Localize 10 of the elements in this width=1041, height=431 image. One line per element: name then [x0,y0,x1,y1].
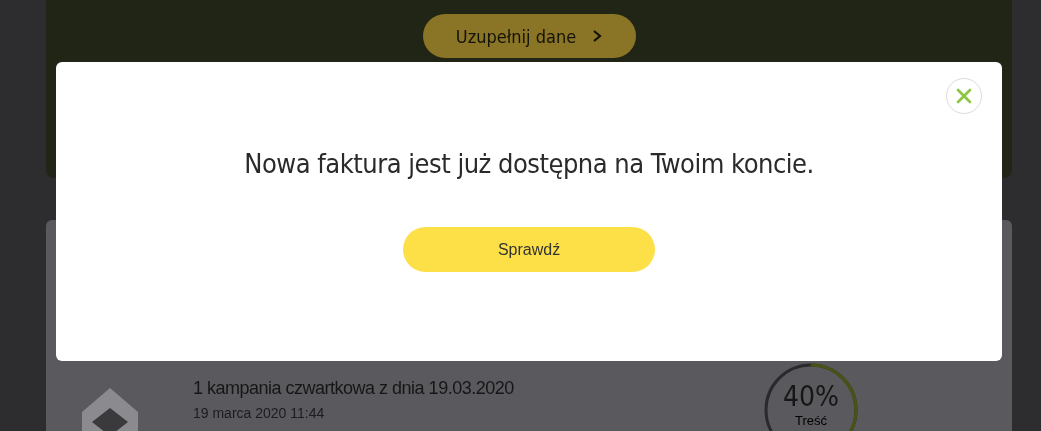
campaign-title: 1 kampania czwartkowa z dnia 19.03.2020 [193,378,515,399]
close-icon [956,88,972,104]
campaign-date: 19 marca 2020 11:44 [193,405,326,421]
chevron-icon [592,29,603,43]
complete-data-button[interactable]: Uzupełnij dane [422,14,636,58]
modal-message: Nowa faktura jest już dostępna na Twoim koncie. [244,148,814,179]
close-button[interactable] [946,78,982,114]
percent-value: 40% [783,380,839,413]
check-button[interactable]: Sprawdź [403,227,655,272]
percent-label: Treść [795,413,827,428]
